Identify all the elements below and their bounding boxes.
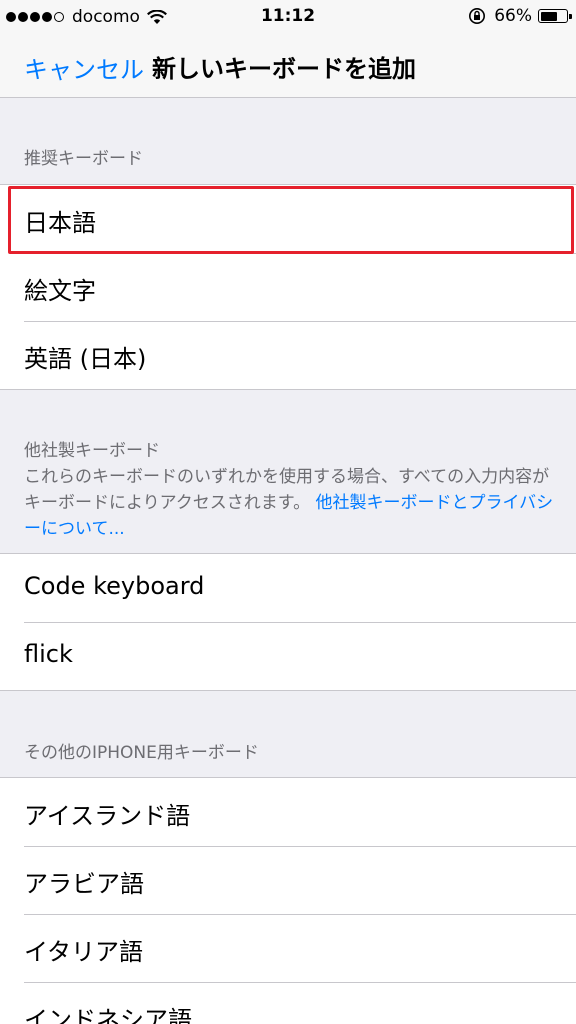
status-right: 66% (468, 6, 572, 26)
keyboard-item-arabic[interactable]: アラビア語 (0, 846, 576, 914)
keyboard-item-italian[interactable]: イタリア語 (0, 914, 576, 982)
keyboard-item-flick[interactable]: flick (0, 622, 576, 690)
keyboard-item-label: アイスランド語 (24, 802, 191, 830)
battery-fill (540, 11, 557, 21)
keyboard-item-english-japan[interactable]: 英語 (日本) (0, 321, 576, 389)
highlight-box (8, 186, 574, 254)
keyboard-item-label: アラビア語 (24, 870, 144, 898)
keyboard-item-label: インドネシア語 (24, 1006, 192, 1024)
status-bar: docomo 11:12 66% (0, 0, 576, 34)
keyboard-item-label: flick (24, 640, 73, 668)
keyboard-item-label: イタリア語 (24, 938, 144, 966)
third-party-description: これらのキーボードのいずれかを使用する場合、すべての入力内容がキーボードによりア… (24, 464, 564, 542)
section-header-recommended: 推奨キーボード (24, 149, 143, 169)
battery-percent: 66% (494, 6, 532, 26)
page-title: 新しいキーボードを追加 (152, 55, 416, 83)
battery-icon (538, 9, 572, 23)
keyboard-item-emoji[interactable]: 絵文字 (0, 253, 576, 321)
section-header-third-party: 他社製キーボード (24, 441, 160, 461)
keyboard-item-indonesian[interactable]: インドネシア語 (0, 982, 576, 1024)
keyboard-item-code-keyboard[interactable]: Code keyboard (0, 554, 576, 622)
keyboard-item-label: 英語 (日本) (24, 345, 147, 373)
keyboard-item-label: 絵文字 (24, 277, 96, 305)
section-header-other: その他のIPHONE用キーボード (24, 743, 259, 763)
other-keyboard-list: アイスランド語 アラビア語 イタリア語 インドネシア語 (0, 777, 576, 1024)
rotation-lock-icon (469, 8, 486, 24)
keyboard-item-icelandic[interactable]: アイスランド語 (0, 778, 576, 846)
cancel-button[interactable]: キャンセル (24, 50, 144, 85)
third-party-keyboard-list: Code keyboard flick (0, 553, 576, 691)
keyboard-item-label: Code keyboard (24, 572, 205, 600)
navigation-bar: キャンセル 新しいキーボードを追加 (0, 34, 576, 98)
